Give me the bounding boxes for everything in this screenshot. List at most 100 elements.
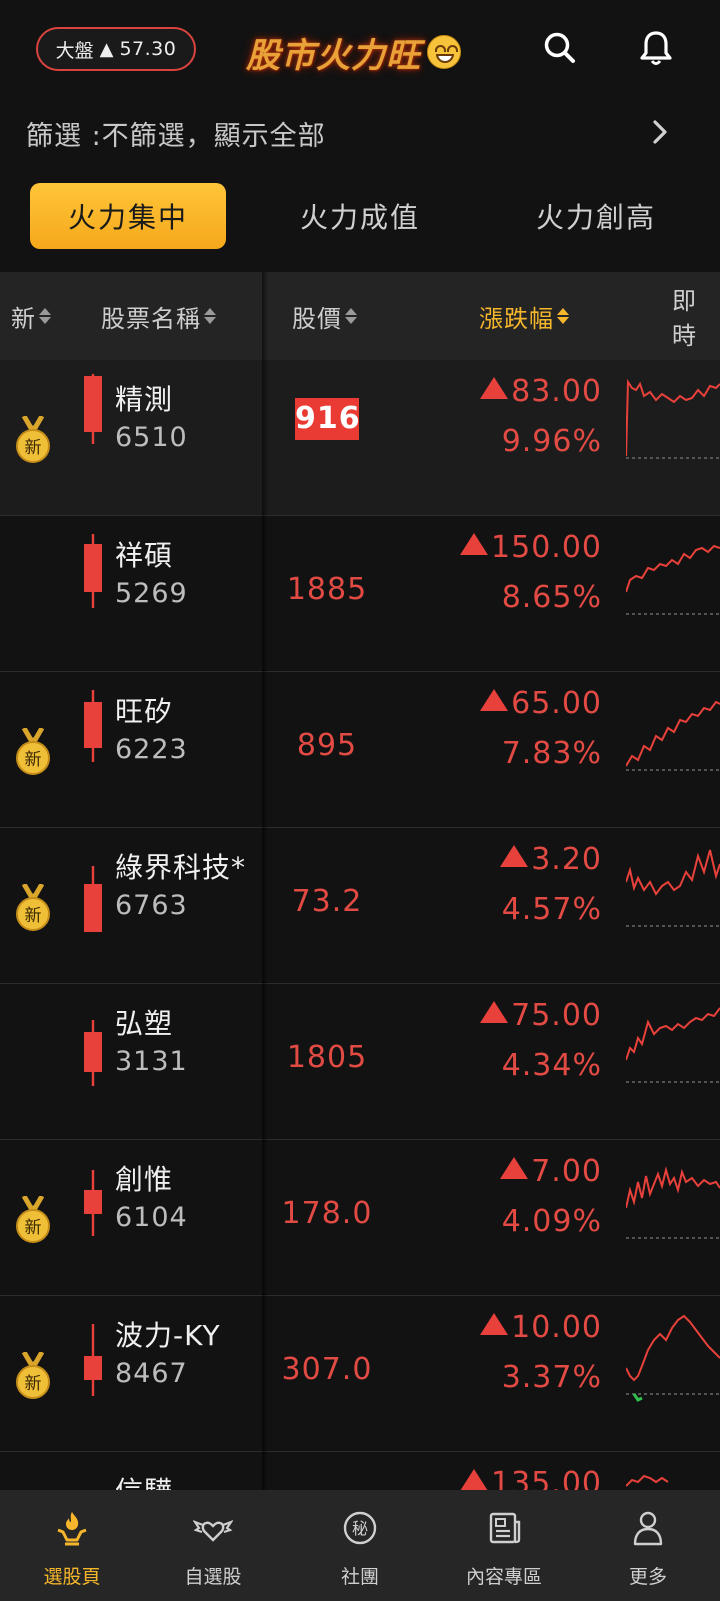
stock-name: 波力-KY [115, 1319, 221, 1352]
nav-more[interactable]: 更多 [576, 1490, 720, 1601]
stock-change: 75.00 [480, 998, 602, 1033]
candlestick-icon [84, 690, 102, 762]
stock-change: 150.00 [460, 530, 602, 565]
stock-row[interactable]: 新 精測 6510 916 83.00 9.96% [0, 360, 720, 516]
stock-code: 6223 [115, 734, 188, 765]
search-icon [544, 32, 575, 63]
tab-fire-new-high[interactable]: 火力創高 [498, 183, 694, 249]
new-medal-icon: 新 [16, 416, 50, 463]
stock-price: 73.2 [291, 884, 363, 919]
stock-change-percent: 9.96% [501, 424, 602, 459]
stock-change: 10.00 [480, 1310, 602, 1345]
new-medal-text: 新 [25, 1218, 42, 1238]
intraday-sparkline [626, 1007, 720, 1083]
table-header: 新 股票名稱 股價 漲跌幅 即時 [0, 272, 720, 360]
stock-change-value: 135.00 [491, 1466, 602, 1490]
stock-code: 6510 [115, 422, 188, 453]
stock-code: 3131 [115, 1046, 188, 1077]
fire-hand-icon [57, 1512, 87, 1546]
stock-change: 83.00 [480, 374, 602, 409]
up-triangle-icon [480, 377, 509, 399]
column-price[interactable]: 股價 [292, 272, 357, 360]
column-price-label: 股價 [292, 304, 342, 333]
nav-stock-picker[interactable]: 選股頁 [0, 1490, 144, 1601]
column-name-label: 股票名稱 [101, 304, 201, 333]
up-triangle-icon [460, 1469, 489, 1490]
column-new[interactable]: 新 [11, 272, 51, 360]
stock-change: 7.00 [500, 1154, 602, 1189]
sort-active-icon [557, 307, 569, 325]
search-button[interactable] [538, 26, 582, 70]
stock-row[interactable]: 弘塑 3131 1805 75.00 4.34% [0, 984, 720, 1140]
new-medal-text: 新 [25, 906, 42, 926]
stock-name: 創惟 [115, 1163, 174, 1196]
column-realtime[interactable]: 即時 [672, 272, 720, 360]
stock-change-value: 10.00 [511, 1310, 602, 1345]
intraday-sparkline [626, 378, 720, 459]
column-new-label: 新 [11, 304, 36, 333]
stock-change-value: 65.00 [511, 686, 602, 721]
nav-label: 選股頁 [43, 1566, 101, 1588]
stock-name: 弘塑 [115, 1007, 174, 1040]
intraday-sparkline [626, 849, 720, 927]
intraday-sparkline [626, 544, 720, 615]
tab-bar: 火力集中 火力成值 火力創高 [0, 183, 720, 249]
up-triangle-icon [500, 845, 529, 867]
column-realtime-label: 即時 [672, 287, 697, 350]
stock-change-percent: 4.09% [501, 1204, 602, 1239]
intraday-sparkline [626, 1166, 720, 1239]
stock-row[interactable]: 新 波力-KY 8467 307.0 10.00 3.37% [0, 1296, 720, 1452]
new-medal-icon: 新 [16, 728, 50, 775]
new-medal-text: 新 [25, 1374, 42, 1394]
nav-community[interactable]: 秘 社團 [288, 1490, 432, 1601]
tab-fire-turnover[interactable]: 火力成值 [262, 183, 458, 249]
new-medal-icon: 新 [16, 1196, 50, 1243]
stock-code: 6104 [115, 1202, 188, 1233]
stock-change: 65.00 [480, 686, 602, 721]
candlestick-icon [84, 534, 102, 608]
notifications-button[interactable] [634, 26, 678, 70]
intraday-sparkline [626, 1314, 720, 1402]
stock-change-value: 150.00 [491, 530, 602, 565]
up-triangle-icon [500, 1157, 529, 1179]
stock-name: 精測 [115, 383, 174, 416]
intraday-sparkline [626, 1474, 669, 1487]
frozen-column-shadow [262, 272, 268, 1490]
stock-row[interactable]: 信驊 135.00 [0, 1452, 720, 1490]
up-triangle-icon [460, 533, 489, 555]
stock-row[interactable]: 新 創惟 6104 178.0 7.00 4.09% [0, 1140, 720, 1296]
sort-icon [345, 307, 357, 325]
stock-change-percent: 3.37% [501, 1360, 602, 1395]
nav-label: 自選股 [184, 1566, 242, 1588]
newspaper-icon [489, 1512, 521, 1544]
app-title-text: 股市火力旺 [246, 35, 421, 76]
winged-heart-icon [193, 1520, 233, 1542]
up-arrow-icon: ▲ [99, 38, 114, 60]
secret-badge-icon: 秘 [343, 1511, 377, 1545]
new-medal-text: 新 [25, 438, 42, 458]
sort-icon [39, 307, 51, 325]
stock-row[interactable]: 祥碩 5269 1885 150.00 8.65% [0, 516, 720, 672]
stock-change-value: 75.00 [511, 998, 602, 1033]
candlestick-icon [84, 374, 102, 444]
market-index-value: 57.30 [119, 38, 177, 60]
column-change[interactable]: 漲跌幅 [479, 272, 569, 360]
stock-change-percent: 4.34% [501, 1048, 602, 1083]
nav-label: 內容專區 [465, 1566, 542, 1588]
stock-row[interactable]: 新 綠界科技* 6763 73.2 3.20 4.57% [0, 828, 720, 984]
market-index-label: 大盤 [55, 39, 94, 62]
stock-row[interactable]: 新 旺矽 6223 895 65.00 7.83% [0, 672, 720, 828]
nav-content[interactable]: 內容專區 [432, 1490, 576, 1601]
stock-price: 916 [295, 398, 360, 440]
market-index-pill[interactable]: 大盤 ▲ 57.30 [36, 27, 196, 71]
grinning-emoji-icon [427, 35, 461, 69]
nav-watchlist[interactable]: 自選股 [141, 1490, 285, 1601]
tab-fire-concentration[interactable]: 火力集中 [30, 183, 226, 249]
filter-bar[interactable]: 篩選 :不篩選，顯示全部 [0, 104, 720, 160]
nav-label: 社團 [340, 1566, 379, 1588]
candlestick-icon [84, 1170, 102, 1236]
column-name[interactable]: 股票名稱 [101, 272, 216, 360]
new-medal-text: 新 [25, 750, 42, 770]
candlestick-icon [82, 1452, 104, 1490]
filter-text: 篩選 :不篩選，顯示全部 [26, 121, 326, 152]
